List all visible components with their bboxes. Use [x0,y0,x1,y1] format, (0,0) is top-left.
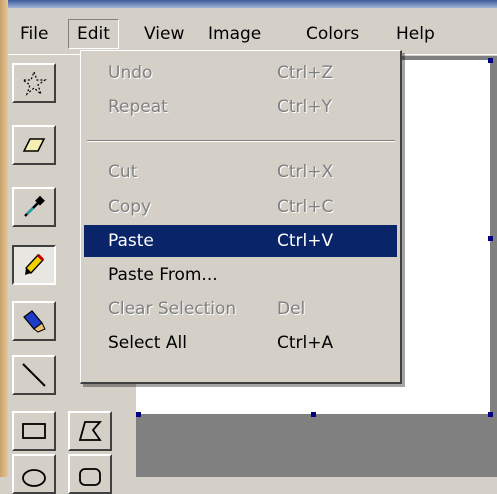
rectangle-icon [22,423,46,439]
resize-handle[interactable] [488,236,493,241]
menu-edit[interactable]: Edit [68,19,119,49]
menu-item-label: Repeat [108,97,168,117]
menu-item-select-all[interactable]: Select All Ctrl+A [84,327,397,359]
menu-item-shortcut: Ctrl+V [277,231,334,251]
menu-item-label: Paste [108,231,154,251]
menu-item-repeat[interactable]: Repeat Ctrl+Y [84,91,397,123]
rounded-rectangle-icon [79,468,101,486]
tool-line[interactable] [12,355,56,395]
pick-color-icon [24,195,45,217]
menu-item-clear-selection[interactable]: Clear Selection Del [84,293,397,325]
resize-handle[interactable] [311,412,316,417]
menu-item-shortcut: Ctrl+Z [277,63,334,83]
menu-item-label: Select All [108,333,187,353]
menu-item-shortcut: Del [277,299,306,319]
ellipse-icon [22,469,46,487]
menu-file[interactable]: File [12,20,56,48]
menu-item-paste[interactable]: Paste Ctrl+V [84,225,397,257]
menu-item-shortcut: Ctrl+C [277,197,334,217]
menu-item-shortcut: Ctrl+Y [277,97,332,117]
brush-icon [23,310,46,333]
menu-item-label: Copy [108,197,152,217]
menu-item-cut[interactable]: Cut Ctrl+X [84,156,397,188]
menu-item-label: Clear Selection [108,299,237,319]
menu-item-shortcut: Ctrl+A [277,333,334,353]
menu-item-undo[interactable]: Undo Ctrl+Z [84,57,397,89]
free-form-select-icon [21,70,47,96]
desktop-edge [0,0,8,477]
menu-item-label: Undo [108,63,153,83]
pencil-icon [25,253,45,275]
tool-eraser[interactable] [12,125,56,165]
resize-handle[interactable] [488,412,493,417]
menu-help[interactable]: Help [388,20,443,48]
eraser-icon [22,138,46,152]
tool-rounded-rectangle[interactable] [68,454,112,494]
menu-item-label: Paste From... [108,265,218,285]
tool-free-form-select[interactable] [12,63,56,103]
menu-item-label: Cut [108,162,138,182]
resize-handle[interactable] [488,58,493,63]
tool-ellipse[interactable] [12,454,56,494]
tool-brush[interactable] [12,301,56,341]
tool-pencil[interactable] [12,245,56,285]
menu-image[interactable]: Image [200,20,269,48]
edit-menu-dropdown: Undo Ctrl+Z Repeat Ctrl+Y Cut Ctrl+X Cop… [80,50,402,384]
menu-separator [87,140,395,142]
window-title-edge [0,0,497,8]
tool-polygon[interactable] [68,411,112,451]
menu-view[interactable]: View [136,20,192,48]
polygon-icon [78,421,102,441]
tool-pick-color[interactable] [12,187,56,227]
line-icon [22,363,46,387]
menu-bar: File Edit View Image Colors Help [8,8,497,55]
menu-item-shortcut: Ctrl+X [277,162,334,182]
menu-item-copy[interactable]: Copy Ctrl+C [84,191,397,223]
resize-handle[interactable] [136,412,141,417]
menu-colors[interactable]: Colors [298,20,367,48]
tool-rectangle[interactable] [12,411,56,451]
menu-item-paste-from[interactable]: Paste From... [84,259,397,291]
